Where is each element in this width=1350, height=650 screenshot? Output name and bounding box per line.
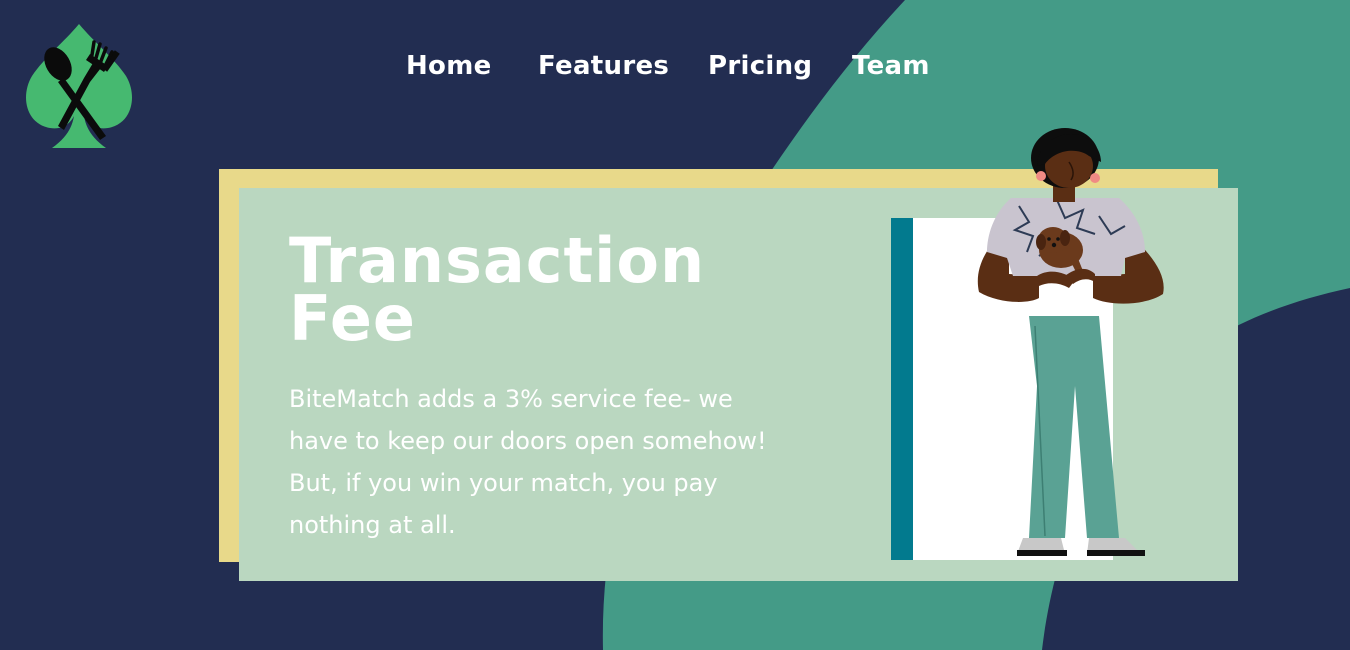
body-line-3: But, if you win your match, you pay — [289, 469, 718, 497]
nav-pricing[interactable]: Pricing — [708, 48, 812, 84]
nav-features[interactable]: Features — [538, 48, 669, 84]
fee-description: BiteMatch adds a 3% service fee- we have… — [289, 378, 809, 546]
title-line-2: Fee — [289, 282, 416, 355]
main-nav: Home Features Pricing Team — [0, 48, 1350, 88]
transaction-fee-card: Transaction Fee BiteMatch adds a 3% serv… — [239, 128, 1238, 581]
body-line-2: have to keep our doors open somehow! — [289, 427, 767, 455]
person-holding-puppy-illustration — [891, 128, 1164, 560]
body-line-4: nothing at all. — [289, 511, 456, 539]
body-line-1: BiteMatch adds a 3% service fee- we — [289, 385, 733, 413]
page-title: Transaction Fee — [289, 230, 809, 355]
nav-home[interactable]: Home — [406, 48, 492, 84]
nav-team[interactable]: Team — [852, 48, 930, 84]
